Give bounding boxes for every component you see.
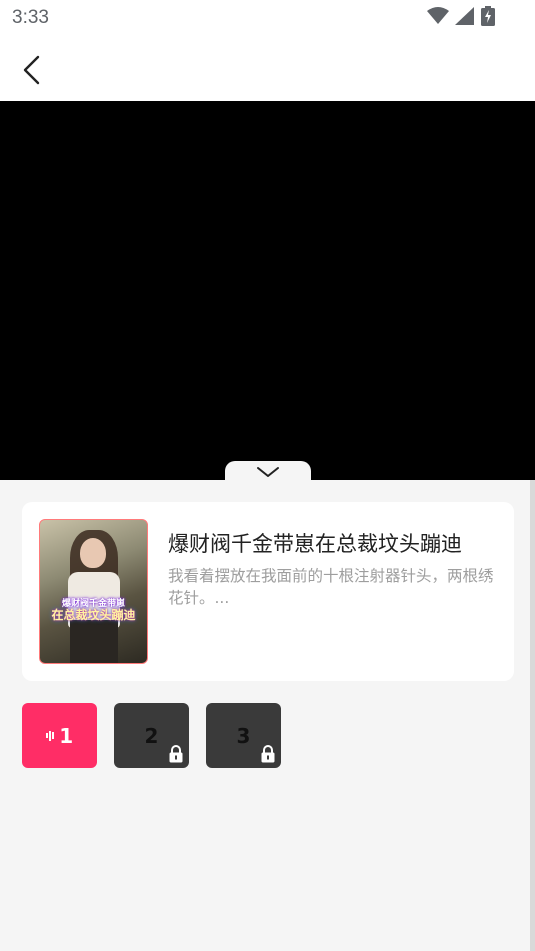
video-player[interactable] bbox=[0, 101, 535, 480]
episode-button-2[interactable]: 2 bbox=[114, 703, 189, 768]
cover-figure-skirt bbox=[70, 620, 118, 663]
episode-number: 1 bbox=[59, 723, 74, 748]
drama-description: 我看着摆放在我面前的十根注射器针头，两根绣花针。... bbox=[168, 567, 494, 607]
lock-icon bbox=[169, 745, 183, 763]
scrollbar[interactable] bbox=[530, 480, 535, 951]
drama-title: 爆财阀千金带崽在总裁坟头蹦迪 bbox=[168, 532, 462, 556]
wifi-icon bbox=[427, 7, 449, 29]
episode-number: 3 bbox=[236, 723, 251, 748]
status-icons bbox=[427, 6, 495, 30]
cover-title-line2: 在总裁坟头蹦迪 bbox=[51, 608, 136, 622]
drama-info-card[interactable]: 爆财阀千金带崽 在总裁坟头蹦迪 爆财阀千金带崽在总裁坟头蹦迪 我看着摆放在我面前… bbox=[22, 502, 514, 681]
playing-indicator-icon bbox=[45, 730, 55, 741]
chevron-down-icon bbox=[257, 467, 279, 477]
episode-number: 2 bbox=[144, 723, 159, 748]
chevron-left-icon bbox=[23, 55, 40, 85]
collapse-panel-button[interactable] bbox=[225, 461, 311, 481]
status-bar: 3:33 bbox=[0, 0, 535, 40]
episode-button-1[interactable]: 1 bbox=[22, 703, 97, 768]
status-time: 3:33 bbox=[12, 7, 49, 28]
drama-cover-image[interactable]: 爆财阀千金带崽 在总裁坟头蹦迪 bbox=[39, 519, 148, 664]
lock-icon bbox=[261, 745, 275, 763]
episode-button-3[interactable]: 3 bbox=[206, 703, 281, 768]
cover-figure-head bbox=[80, 538, 106, 568]
top-nav-bar bbox=[0, 40, 535, 101]
back-button[interactable] bbox=[16, 50, 50, 90]
episode-list: 1 2 3 bbox=[22, 703, 281, 768]
cellular-signal-icon bbox=[455, 7, 475, 29]
battery-charging-icon bbox=[481, 6, 495, 30]
